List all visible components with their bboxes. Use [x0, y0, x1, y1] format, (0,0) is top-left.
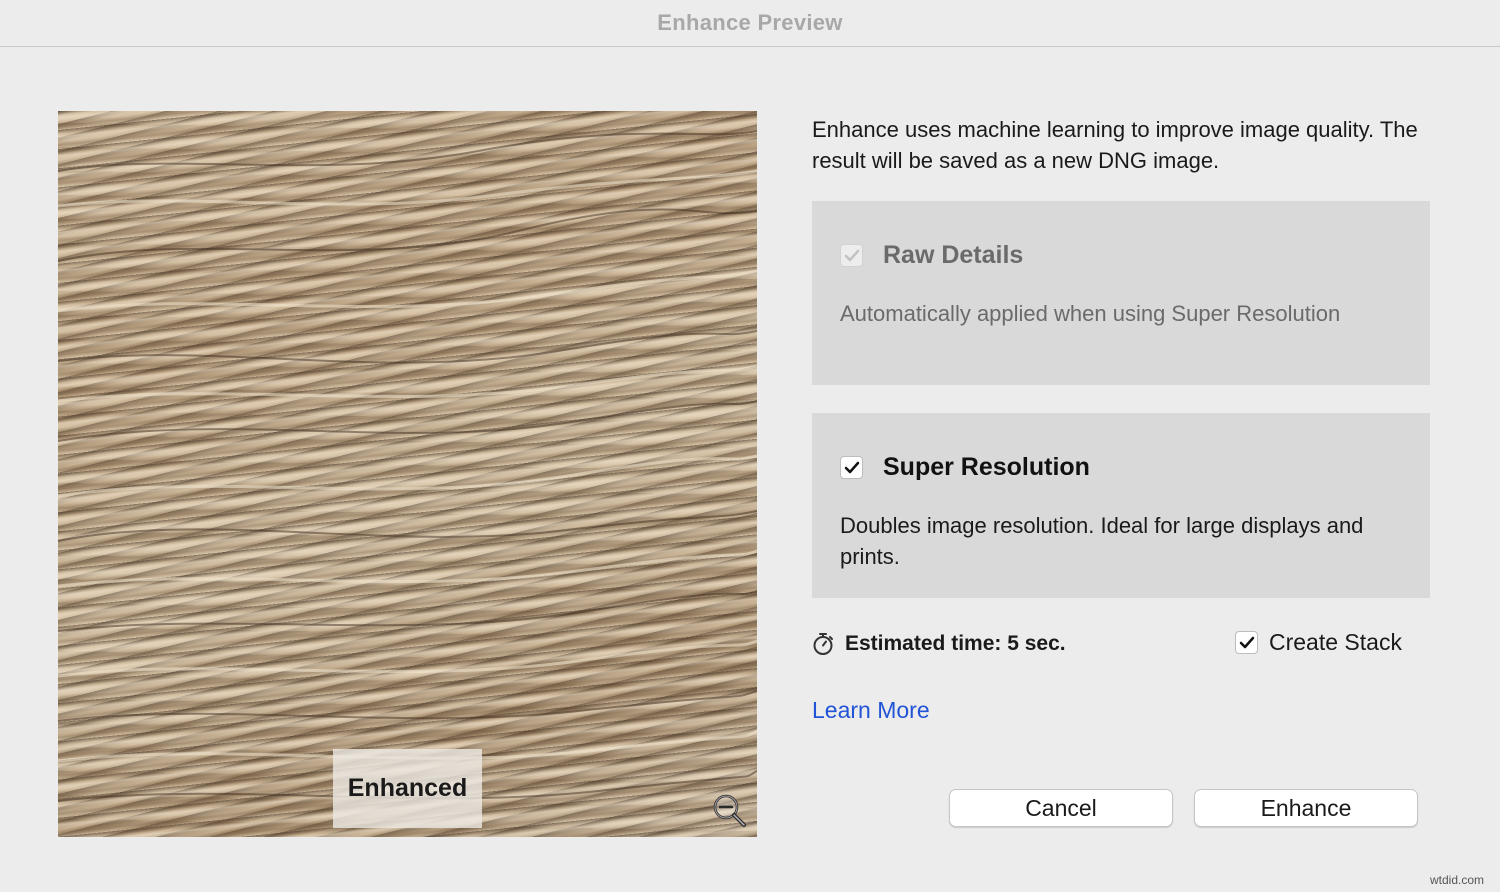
- raw-details-description: Automatically applied when using Super R…: [840, 301, 1341, 326]
- bark-texture: [58, 130, 757, 802]
- super-resolution-label[interactable]: Super Resolution: [883, 453, 1090, 482]
- window-title: Enhance Preview: [657, 10, 843, 35]
- super-resolution-description: Doubles image resolution. Ideal for larg…: [840, 513, 1364, 569]
- enhanced-overlay-label: Enhanced: [333, 749, 482, 828]
- create-stack-checkbox[interactable]: [1235, 631, 1258, 654]
- raw-details-panel: Raw Details Automatically applied when u…: [812, 201, 1430, 385]
- enhance-preview-dialog: Enhance Preview Enhanced Enhance uses ma…: [0, 0, 1500, 892]
- estimated-time-text: Estimated time: 5 sec.: [845, 632, 1066, 655]
- title-bar: Enhance Preview: [0, 0, 1500, 47]
- zoom-out-icon[interactable]: [711, 792, 749, 830]
- stopwatch-icon: [813, 633, 833, 655]
- preview-image[interactable]: Enhanced: [58, 111, 757, 837]
- super-resolution-checkbox[interactable]: [840, 456, 863, 479]
- watermark: wtdid.com: [1430, 873, 1485, 887]
- raw-details-checkbox: [840, 244, 863, 267]
- create-stack-label[interactable]: Create Stack: [1269, 629, 1402, 656]
- super-resolution-panel: Super Resolution Doubles image resolutio…: [812, 413, 1430, 598]
- enhance-button[interactable]: Enhance: [1194, 789, 1418, 827]
- create-stack-option[interactable]: Create Stack: [1235, 629, 1402, 656]
- raw-details-row: Raw Details: [840, 241, 1023, 270]
- intro-description: Enhance uses machine learning to improve…: [812, 117, 1418, 173]
- estimated-time: Estimated time: 5 sec.: [812, 632, 1066, 656]
- cancel-button[interactable]: Cancel: [949, 789, 1173, 827]
- super-resolution-row[interactable]: Super Resolution: [840, 453, 1090, 482]
- checkmark-icon: [1239, 636, 1254, 648]
- checkmark-icon: [844, 249, 859, 261]
- raw-details-label: Raw Details: [883, 241, 1024, 269]
- checkmark-icon: [844, 461, 859, 473]
- learn-more-link[interactable]: Learn More: [812, 697, 930, 724]
